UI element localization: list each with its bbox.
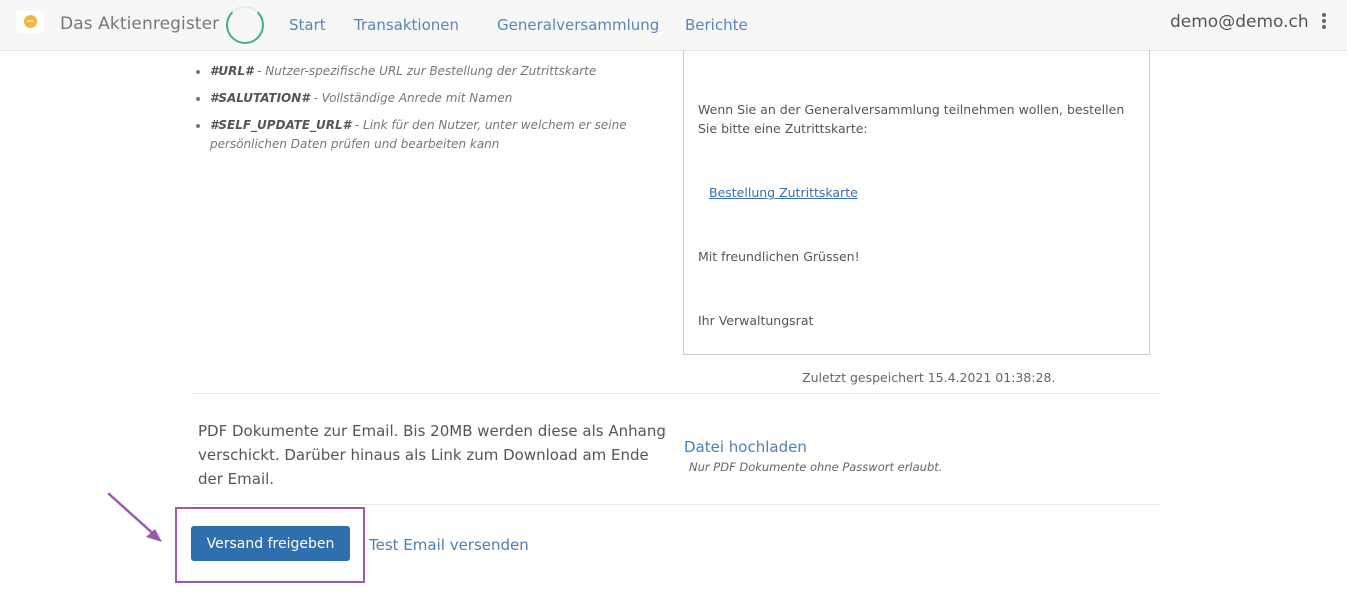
list-item: #SELF_UPDATE_URL# - Link für den Nutzer,…	[210, 116, 660, 154]
list-item: #SALUTATION# - Vollständige Anrede mit N…	[210, 89, 660, 108]
attachments-description: PDF Dokumente zur Email. Bis 20MB werden…	[198, 422, 666, 488]
saved-status: Zuletzt gespeichert 15.4.2021 01:38:28.	[802, 370, 1056, 385]
nav-start[interactable]: Start	[289, 16, 326, 34]
list-item: #URL# - Nutzer-spezifische URL zur Beste…	[210, 62, 660, 81]
upload-file-link[interactable]: Datei hochladen	[684, 438, 807, 456]
preview-signature: Ihr Verwaltungsrat	[698, 313, 814, 328]
preview-intro: Wenn Sie an der Generalversammlung teiln…	[698, 102, 1125, 136]
top-navbar: Das Aktienregister Start Transaktionen G…	[0, 0, 1347, 51]
placeholder-tag: #SALUTATION#	[210, 91, 310, 105]
preview-link-row: Bestellung Zutrittskarte	[709, 183, 1149, 202]
nav-berichte[interactable]: Berichte	[685, 16, 748, 34]
loading-spinner-icon	[226, 6, 264, 44]
annotation-arrow-icon	[107, 492, 162, 542]
order-ticket-link[interactable]: Bestellung Zutrittskarte	[709, 185, 858, 200]
upload-hint: Nur PDF Dokumente ohne Passwort erlaubt.	[689, 460, 943, 474]
user-email[interactable]: demo@demo.ch	[1170, 12, 1309, 32]
divider	[191, 393, 1160, 394]
preview-closing: Mit freundlichen Grüssen!	[698, 249, 860, 264]
divider	[191, 504, 1160, 505]
release-send-button[interactable]: Versand freigeben	[191, 526, 350, 561]
nav-generalversammlung[interactable]: Generalversammlung	[497, 16, 659, 34]
brand-title[interactable]: Das Aktienregister	[60, 14, 219, 34]
placeholder-list: #URL# - Nutzer-spezifische URL zur Beste…	[192, 62, 660, 162]
app-logo[interactable]	[16, 11, 44, 33]
more-menu-icon[interactable]	[1322, 13, 1326, 29]
placeholder-tag: #SELF_UPDATE_URL#	[210, 118, 352, 132]
nav-transaktionen[interactable]: Transaktionen	[354, 16, 459, 34]
email-preview: Wenn Sie an der Generalversammlung teiln…	[683, 50, 1150, 355]
placeholder-desc: - Nutzer-spezifische URL zur Bestellung …	[253, 64, 597, 78]
send-test-email-link[interactable]: Test Email versenden	[369, 536, 529, 554]
placeholder-desc: - Vollständige Anrede mit Namen	[309, 91, 513, 105]
coin-icon	[24, 15, 37, 28]
placeholder-tag: #URL#	[210, 64, 254, 78]
